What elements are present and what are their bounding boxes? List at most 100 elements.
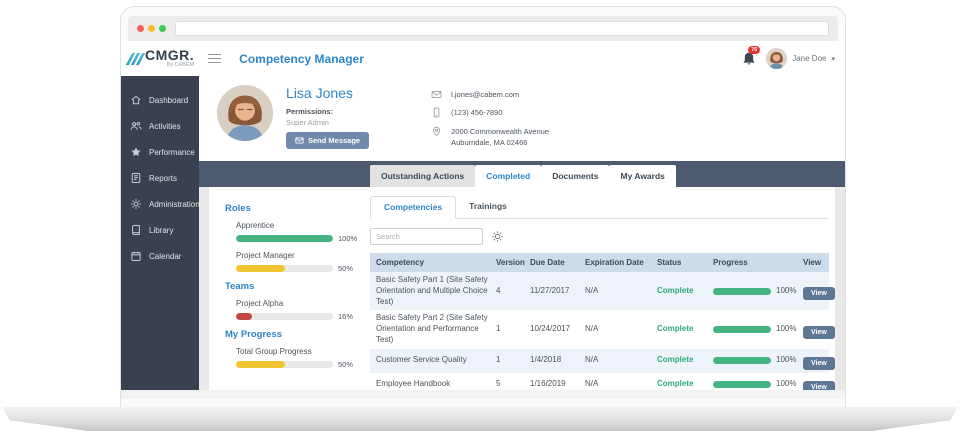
user-menu[interactable]: Jane Doe ▾: [766, 48, 835, 69]
progress-bar-fill: [713, 326, 771, 333]
cell-expiration-date: N/A: [579, 324, 651, 335]
cell-status: Complete: [651, 324, 707, 335]
url-bar[interactable]: [175, 21, 829, 36]
app-window: CMGR. By CABEM Competency Manager 76: [121, 41, 845, 399]
app-header: CMGR. By CABEM Competency Manager 76: [121, 41, 845, 76]
progress-bar-fill: [236, 361, 285, 368]
screen-bottom-bezel: [121, 390, 845, 399]
sidebar-item-administration[interactable]: Administration: [121, 191, 199, 217]
sidebar-item-activities[interactable]: Activities: [121, 113, 199, 139]
table-settings-gear-icon[interactable]: [491, 230, 504, 243]
progress-panel: Roles Apprentice 100% Project Mana: [209, 187, 367, 390]
cell-status: Complete: [651, 379, 707, 390]
progress-bar-track: [236, 313, 333, 320]
send-message-button[interactable]: Send Message: [286, 132, 369, 149]
home-icon: [130, 94, 142, 106]
cell-due-date: 1/4/2018: [524, 355, 579, 366]
profile-section: Lisa Jones Permissions: Super Admin Send…: [199, 76, 845, 161]
cell-competency: Basic Safety Part 2 (Site Safety Orienta…: [370, 313, 490, 345]
sidebar-item-dashboard[interactable]: Dashboard: [121, 87, 199, 113]
col-view: View: [793, 258, 829, 267]
view-button[interactable]: View: [803, 381, 835, 390]
laptop-screen: CMGR. By CABEM Competency Manager 76: [120, 6, 846, 407]
progress-item: Project Manager 50%: [236, 251, 367, 273]
notification-badge: 76: [748, 46, 760, 55]
sidebar-item-reports[interactable]: Reports: [121, 165, 199, 191]
progress-bar-fill: [713, 288, 771, 295]
progress-bar-fill: [713, 357, 771, 364]
window-maximize-dot[interactable]: [159, 25, 166, 32]
table-row: Employee Handbook 5 1/16/2019 N/A Comple…: [370, 373, 829, 390]
cell-status: Complete: [651, 355, 707, 366]
sidebar-nav: Dashboard Activities Performance Reports: [121, 76, 199, 390]
logo-subtext: By CABEM: [145, 63, 194, 69]
progress-item-label: Apprentice: [236, 221, 367, 230]
subtab-competencies[interactable]: Competencies: [370, 196, 456, 219]
cmgr-logo[interactable]: CMGR. By CABEM: [129, 48, 194, 69]
laptop-base: [2, 407, 958, 431]
tab-completed[interactable]: Completed: [475, 165, 541, 187]
section-heading-my-progress: My Progress: [225, 329, 367, 340]
cell-progress: 100%: [707, 355, 793, 366]
progress-bar-track: [236, 265, 333, 272]
laptop-mockup: CMGR. By CABEM Competency Manager 76: [0, 0, 960, 434]
phone-icon: [431, 107, 442, 118]
section-heading-teams: Teams: [225, 281, 367, 292]
tab-documents[interactable]: Documents: [541, 165, 609, 187]
section-heading-roles: Roles: [225, 203, 367, 214]
view-button[interactable]: View: [803, 357, 835, 370]
progress-bar-fill: [236, 265, 285, 272]
address-line1: 2000 Commonwealth Avenue: [451, 127, 549, 136]
view-button[interactable]: View: [803, 326, 835, 339]
progress-pct-label: 50%: [338, 360, 353, 369]
permissions-value: Super Admin: [286, 118, 369, 127]
sidebar-item-label: Dashboard: [149, 96, 188, 105]
profile-email: l.jones@cabem.com: [451, 89, 519, 100]
cell-expiration-date: N/A: [579, 355, 651, 366]
progress-item: Apprentice 100%: [236, 221, 367, 243]
progress-bar-fill: [236, 235, 333, 242]
envelope-icon: [295, 136, 304, 145]
progress-bar-fill: [713, 381, 771, 388]
col-status: Status: [651, 258, 707, 267]
tab-outstanding-actions[interactable]: Outstanding Actions: [370, 165, 475, 187]
sidebar-item-label: Reports: [149, 174, 177, 183]
table-row: Basic Safety Part 1 (Site Safety Orienta…: [370, 272, 829, 310]
table-header: Competency Version Due Date Expiration D…: [370, 253, 829, 272]
progress-pct-label: 100%: [338, 234, 357, 243]
cell-expiration-date: N/A: [579, 379, 651, 390]
tab-my-awards[interactable]: My Awards: [609, 165, 675, 187]
user-name-label: Jane Doe: [792, 54, 826, 63]
competencies-table: Competency Version Due Date Expiration D…: [370, 253, 829, 390]
progress-item: Total Group Progress 50%: [236, 347, 367, 369]
contact-info: l.jones@cabem.com (123) 456-7890 2000 Co…: [431, 85, 549, 161]
gear-icon: [130, 198, 142, 210]
notifications-button[interactable]: 76: [741, 51, 757, 67]
window-close-dot[interactable]: [137, 25, 144, 32]
cell-progress: 100%: [707, 379, 793, 390]
profile-name: Lisa Jones: [286, 85, 369, 101]
permissions-label: Permissions:: [286, 107, 369, 116]
progress-item-label: Total Group Progress: [236, 347, 367, 356]
view-button[interactable]: View: [803, 287, 835, 300]
chevron-down-icon: ▾: [831, 55, 835, 63]
report-icon: [130, 172, 142, 184]
sidebar-item-library[interactable]: Library: [121, 217, 199, 243]
send-message-label: Send Message: [308, 136, 360, 145]
progress-item-label: Project Manager: [236, 251, 367, 260]
cell-version: 4: [490, 286, 524, 297]
menu-toggle-icon[interactable]: [208, 51, 221, 66]
sidebar-item-label: Calendar: [149, 252, 181, 261]
calendar-icon: [130, 250, 142, 262]
cell-competency: Customer Service Quality: [370, 355, 490, 366]
window-minimize-dot[interactable]: [148, 25, 155, 32]
subtab-trainings[interactable]: Trainings: [456, 196, 520, 218]
content-card: Roles Apprentice 100% Project Mana: [209, 187, 835, 390]
progress-bar-fill: [236, 313, 252, 320]
book-icon: [130, 224, 142, 236]
sidebar-item-label: Performance: [149, 148, 195, 157]
search-input[interactable]: [370, 228, 483, 245]
sidebar-item-performance[interactable]: Performance: [121, 139, 199, 165]
table-row: Basic Safety Part 2 (Site Safety Orienta…: [370, 310, 829, 348]
sidebar-item-calendar[interactable]: Calendar: [121, 243, 199, 269]
